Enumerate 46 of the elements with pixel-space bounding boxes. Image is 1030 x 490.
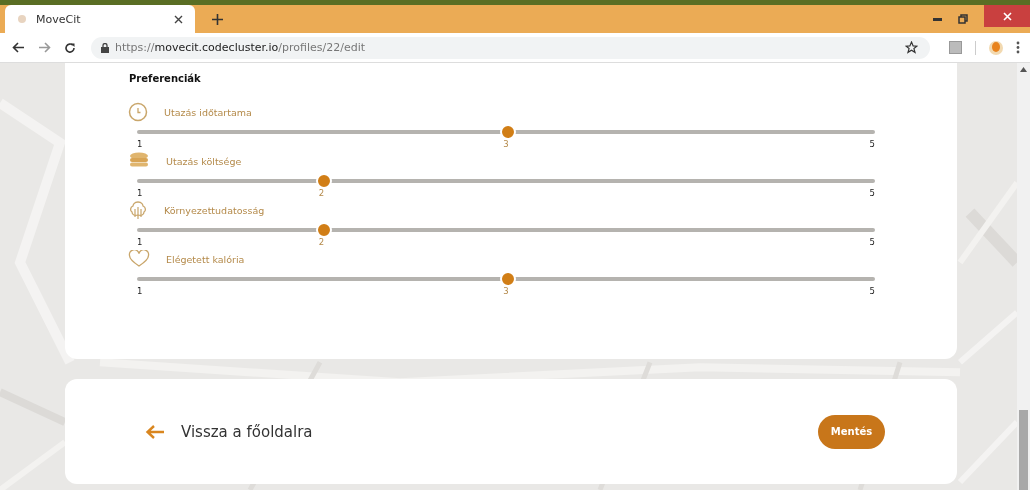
heart-icon [128,250,150,268]
address-field[interactable]: https://movecit.codecluster.io/profiles/22/edit [115,41,365,54]
preference-label: Utazás költsége [166,155,242,167]
max-label: 5 [869,237,875,249]
restore-icon[interactable] [958,14,968,24]
value-label: 2 [318,188,325,198]
profile-icon[interactable] [989,39,1003,56]
close-icon[interactable] [174,14,183,24]
new-tab-icon[interactable] [212,13,223,25]
slider-thumb[interactable] [500,271,516,287]
close-window-button[interactable] [984,5,1030,27]
min-label: 1 [137,188,143,200]
favicon-icon [18,15,26,23]
star-icon[interactable] [905,41,918,54]
menu-icon[interactable] [1016,41,1020,54]
clock-icon [128,102,148,122]
tree-icon [128,200,148,220]
value-label: 2 [318,237,325,247]
reload-icon[interactable] [64,41,76,54]
slider-thumb[interactable] [500,124,516,140]
min-label: 1 [137,286,143,298]
max-label: 5 [869,139,875,151]
back-link[interactable]: Vissza a főoldalra [145,422,313,441]
slider-thumb[interactable] [315,173,332,189]
minimize-icon[interactable] [933,17,942,21]
scroll-up-icon[interactable] [1020,67,1027,72]
back-icon[interactable] [12,42,25,53]
section-title: Preferenciák [129,73,202,84]
max-label: 5 [869,286,875,298]
coins-icon [128,152,150,170]
scrollbar-thumb[interactable] [1019,410,1028,490]
value-label: 3 [503,139,509,149]
min-label: 1 [137,237,143,249]
slider-thumb[interactable] [315,222,332,238]
min-label: 1 [137,139,143,151]
close-icon [1002,11,1012,21]
preference-label: Utazás időtartama [164,106,252,118]
preference-label: Környezettudatosság [164,204,265,216]
max-label: 5 [869,188,875,200]
value-label: 3 [503,286,509,296]
tab-title: MoveCit [36,12,82,26]
preference-label: Elégetett kalória [166,253,245,265]
arrow-left-icon [145,423,165,440]
forward-icon[interactable] [38,42,51,53]
lock-icon [101,42,109,53]
browser-tab[interactable]: MoveCit [5,5,195,33]
